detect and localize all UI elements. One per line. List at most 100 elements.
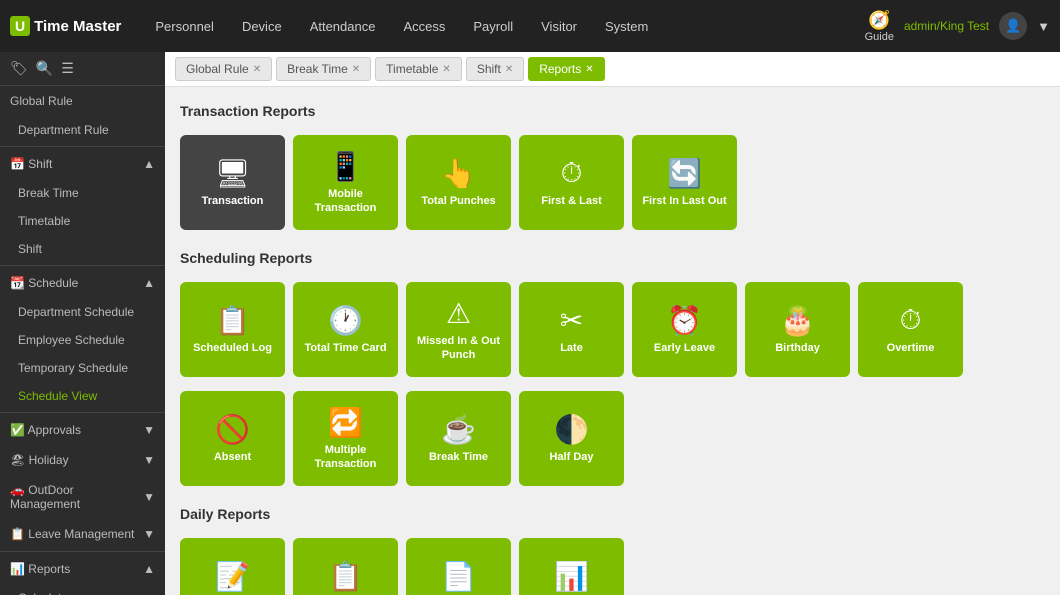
card-overtime[interactable]: ⏱ Overtime [858,282,963,377]
card-half-day-label: Half Day [549,451,593,464]
user-avatar[interactable]: 👤 [999,12,1027,40]
daily-reports-grid: 📝 Daily Attendance 📋 Daily Details 📄 Dai… [180,538,1045,595]
sidebar-item-shift[interactable]: Shift [0,235,165,263]
outdoor-chevron: ▼ [143,490,155,504]
sidebar-item-schedule-view[interactable]: Schedule View [0,382,165,410]
guide-button[interactable]: 🧭 Guide [865,10,894,43]
card-multiple-transaction-label: Multiple Transaction [299,444,392,470]
sidebar-item-department-schedule[interactable]: Department Schedule [0,298,165,326]
nav-personnel[interactable]: Personnel [141,0,228,52]
nav-access[interactable]: Access [389,0,459,52]
sidebar-section-approvals[interactable]: ✅ Approvals ▼ [0,415,165,445]
card-overtime-label: Overtime [887,342,935,355]
tab-reports-label: Reports [539,62,581,76]
tab-timetable-close[interactable]: ✕ [442,64,450,75]
mobile-transaction-icon: 📱 [328,150,363,183]
sidebar-section-leave[interactable]: 📋 Leave Management ▼ [0,519,165,549]
list-icon[interactable]: ☰ [61,60,74,77]
user-dropdown-icon[interactable]: ▼ [1037,19,1050,34]
report-content: Transaction Reports 🖥 Transaction 📱 Mobi… [165,87,1060,595]
tab-timetable[interactable]: Timetable ✕ [375,57,462,81]
scheduling-reports-header: Scheduling Reports [180,244,1045,274]
tab-global-rule[interactable]: Global Rule ✕ [175,57,272,81]
top-navigation: U Time Master Personnel Device Attendanc… [0,0,1060,52]
overtime-icon: ⏱ [900,304,922,337]
sidebar-section-outdoor[interactable]: 🚗 OutDoor Management ▼ [0,475,165,519]
total-time-card-icon: 🕐 [328,304,363,337]
card-late[interactable]: ✂ Late [519,282,624,377]
card-mobile-transaction[interactable]: 📱 Mobile Transaction [293,135,398,230]
tab-break-time-close[interactable]: ✕ [352,64,360,75]
nav-visitor[interactable]: Visitor [527,0,591,52]
daily-reports-header: Daily Reports [180,500,1045,530]
user-info[interactable]: admin/King Test [904,19,989,33]
sidebar-section-reports[interactable]: 📊 Reports ▲ [0,554,165,584]
card-first-in-last-out[interactable]: 🔄 First In Last Out [632,135,737,230]
tag-icon[interactable]: 🏷 [10,60,28,77]
tabs-bar: Global Rule ✕ Break Time ✕ Timetable ✕ S… [165,52,1060,87]
card-scheduled-log[interactable]: 📋 Scheduled Log [180,282,285,377]
card-birthday-label: Birthday [775,342,820,355]
sidebar-item-department-rule[interactable]: Department Rule [0,116,165,144]
guide-icon: 🧭 [868,10,890,31]
sidebar-label-holiday: 🏖 Holiday [10,453,69,467]
card-birthday[interactable]: 🎂 Birthday [745,282,850,377]
sidebar-label-shift: 📅 Shift [10,157,52,171]
card-daily-status[interactable]: 📊 Daily Status [519,538,624,595]
card-absent[interactable]: 🚫 Absent [180,391,285,486]
nav-right: 🧭 Guide admin/King Test 👤 ▼ [865,10,1050,43]
nav-device[interactable]: Device [228,0,296,52]
card-first-last[interactable]: ⏱ First & Last [519,135,624,230]
sidebar-item-global-rule[interactable]: Global Rule [0,86,165,116]
nav-payroll[interactable]: Payroll [459,0,527,52]
card-missed-punch[interactable]: ⚠ Missed In & Out Punch [406,282,511,377]
divider-4 [0,551,165,552]
sidebar-label-schedule: 📆 Schedule [10,276,78,290]
tab-shift-label: Shift [477,62,501,76]
sidebar-item-timetable[interactable]: Timetable [0,207,165,235]
sidebar-section-shift[interactable]: 📅 Shift ▲ [0,149,165,179]
sidebar-section-holiday[interactable]: 🏖 Holiday ▼ [0,445,165,475]
sidebar-item-employee-schedule[interactable]: Employee Schedule [0,326,165,354]
card-transaction[interactable]: 🖥 Transaction [180,135,285,230]
tab-reports[interactable]: Reports ✕ [528,57,604,81]
card-daily-attendance[interactable]: 📝 Daily Attendance [180,538,285,595]
tab-reports-close[interactable]: ✕ [585,64,593,75]
logo[interactable]: U Time Master [10,16,121,36]
sidebar-item-calculate[interactable]: Calculate [0,584,165,595]
tab-break-time[interactable]: Break Time ✕ [276,57,371,81]
card-absent-label: Absent [214,451,251,464]
card-multiple-transaction[interactable]: 🔁 Multiple Transaction [293,391,398,486]
nav-attendance[interactable]: Attendance [296,0,390,52]
nav-system[interactable]: System [591,0,662,52]
card-daily-summary[interactable]: 📄 Daily Summary [406,538,511,595]
first-in-last-out-icon: 🔄 [667,157,702,190]
sidebar-item-break-time[interactable]: Break Time [0,179,165,207]
sidebar-item-temporary-schedule[interactable]: Temporary Schedule [0,354,165,382]
sidebar-section-schedule[interactable]: 📆 Schedule ▲ [0,268,165,298]
card-total-time-card[interactable]: 🕐 Total Time Card [293,282,398,377]
card-total-punches[interactable]: 👆 Total Punches [406,135,511,230]
sidebar-top-icons: 🏷 🔍 ☰ [0,52,165,86]
card-daily-details[interactable]: 📋 Daily Details [293,538,398,595]
card-first-in-last-out-label: First In Last Out [642,195,726,208]
tab-shift-close[interactable]: ✕ [505,64,513,75]
search-icon[interactable]: 🔍 [36,60,53,77]
divider-1 [0,146,165,147]
card-half-day[interactable]: 🌓 Half Day [519,391,624,486]
tab-shift[interactable]: Shift ✕ [466,57,524,81]
total-punches-icon: 👆 [441,157,476,190]
card-total-time-card-label: Total Time Card [304,342,386,355]
card-early-leave[interactable]: ⏰ Early Leave [632,282,737,377]
card-early-leave-label: Early Leave [654,342,715,355]
holiday-chevron: ▼ [143,453,155,467]
tab-global-rule-close[interactable]: ✕ [253,64,261,75]
card-mobile-transaction-label: Mobile Transaction [299,188,392,214]
tab-global-rule-label: Global Rule [186,62,249,76]
card-break-time[interactable]: ☕ Break Time [406,391,511,486]
sidebar-label-leave: 📋 Leave Management [10,527,134,541]
logo-text: Time Master [34,18,121,35]
card-total-punches-label: Total Punches [421,195,495,208]
guide-label: Guide [865,31,894,43]
card-break-time-label: Break Time [429,451,488,464]
